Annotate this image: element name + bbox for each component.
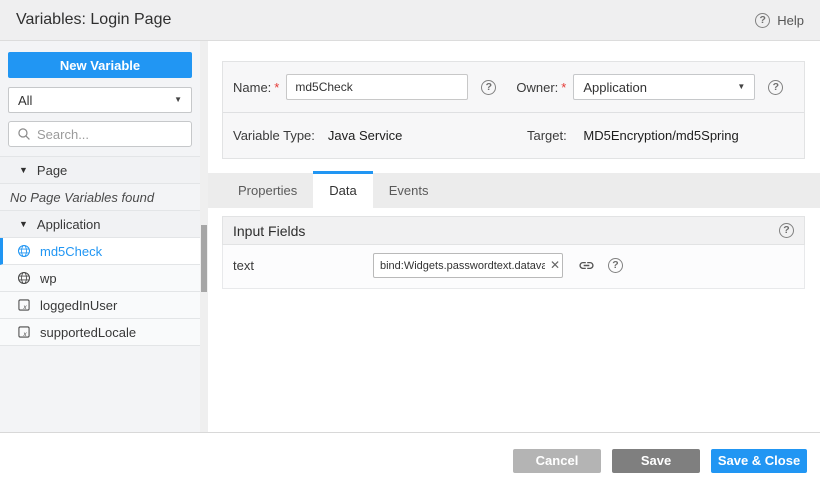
variable-type-label: Variable Type: (233, 128, 315, 143)
vertical-scrollbar (200, 41, 208, 432)
owner-value: Application (583, 80, 647, 95)
tab-data[interactable]: Data (313, 171, 372, 208)
required-marker: * (274, 80, 279, 95)
input-field-row: text ✕ ? (222, 245, 805, 289)
bind-value-wrap: ✕ (373, 253, 563, 278)
static-variable-icon: x (17, 298, 31, 312)
tree-section-application[interactable]: ▼ Application (0, 211, 200, 238)
collapse-arrow-icon: ▼ (19, 220, 28, 229)
bind-value-input[interactable] (373, 253, 563, 278)
help-icon: ? (755, 13, 770, 28)
scrollbar-thumb[interactable] (201, 225, 207, 292)
field-help-icon[interactable]: ? (608, 258, 623, 273)
link-icon (578, 257, 595, 274)
variable-item-label: loggedInUser (40, 298, 117, 313)
chevron-down-icon: ▼ (737, 83, 745, 91)
save-button[interactable]: Save (612, 449, 700, 473)
help-label: Help (777, 13, 804, 28)
variable-detail-panel: Name: * ? Owner: * Application ▼ ? Varia… (208, 41, 820, 432)
target-value: MD5Encryption/md5Spring (583, 128, 738, 143)
variable-item-label: md5Check (40, 244, 102, 259)
search-input[interactable] (37, 127, 183, 142)
tree-section-page[interactable]: ▼ Page (0, 157, 200, 184)
tab-properties[interactable]: Properties (222, 173, 313, 208)
service-variable-icon (17, 244, 31, 258)
dialog-footer: Cancel Save Save & Close (0, 432, 820, 488)
input-fields-title: Input Fields (233, 223, 305, 239)
tab-events[interactable]: Events (373, 173, 445, 208)
owner-help-icon[interactable]: ? (768, 80, 783, 95)
static-variable-icon: x (17, 325, 31, 339)
tree-section-label: Page (37, 163, 67, 178)
name-input[interactable] (286, 74, 468, 100)
target-label: Target: (527, 128, 567, 143)
new-variable-button[interactable]: New Variable (8, 52, 192, 78)
variable-item-loggedinuser[interactable]: x loggedInUser (0, 292, 200, 319)
search-icon (17, 127, 31, 141)
dialog-header: Variables: Login Page ? Help (0, 0, 820, 41)
name-help-icon[interactable]: ? (481, 80, 496, 95)
detail-tab-bar: Properties Data Events (208, 173, 820, 208)
bind-link-button[interactable] (578, 257, 595, 274)
variable-item-supportedlocale[interactable]: x supportedLocale (0, 319, 200, 346)
field-label-text: text (233, 258, 373, 273)
input-fields-section: Input Fields ? text ✕ ? (222, 216, 805, 289)
empty-page-variables-message: No Page Variables found (0, 184, 200, 211)
name-label: Name: (233, 80, 271, 95)
variable-item-md5check[interactable]: md5Check (0, 238, 200, 265)
owner-select[interactable]: Application ▼ (573, 74, 755, 100)
page-title: Variables: Login Page (16, 11, 171, 29)
save-and-close-button[interactable]: Save & Close (711, 449, 807, 473)
tree-section-label: Application (37, 217, 101, 232)
cancel-button[interactable]: Cancel (513, 449, 601, 473)
required-marker: * (561, 80, 566, 95)
variable-summary-panel: Name: * ? Owner: * Application ▼ ? Varia… (222, 61, 805, 159)
input-fields-help-icon[interactable]: ? (779, 223, 794, 238)
variable-item-label: supportedLocale (40, 325, 136, 340)
variable-search[interactable] (8, 121, 192, 147)
chevron-down-icon: ▼ (174, 96, 182, 104)
variables-sidebar: New Variable All ▼ ▼ Page No Page Variab… (0, 41, 200, 432)
owner-label: Owner: (516, 80, 558, 95)
clear-bind-icon[interactable]: ✕ (550, 257, 560, 274)
variables-tree: ▼ Page No Page Variables found ▼ Applica… (0, 156, 200, 346)
variable-type-value: Java Service (328, 128, 402, 143)
variable-item-label: wp (40, 271, 57, 286)
variable-item-wp[interactable]: wp (0, 265, 200, 292)
variable-filter-select[interactable]: All ▼ (8, 87, 192, 113)
service-variable-icon (17, 271, 31, 285)
svg-text:x: x (22, 304, 27, 311)
input-fields-header: Input Fields ? (222, 216, 805, 245)
svg-text:x: x (22, 331, 27, 338)
help-link[interactable]: ? Help (755, 13, 804, 28)
variable-filter-value: All (18, 93, 32, 108)
collapse-arrow-icon: ▼ (19, 166, 28, 175)
